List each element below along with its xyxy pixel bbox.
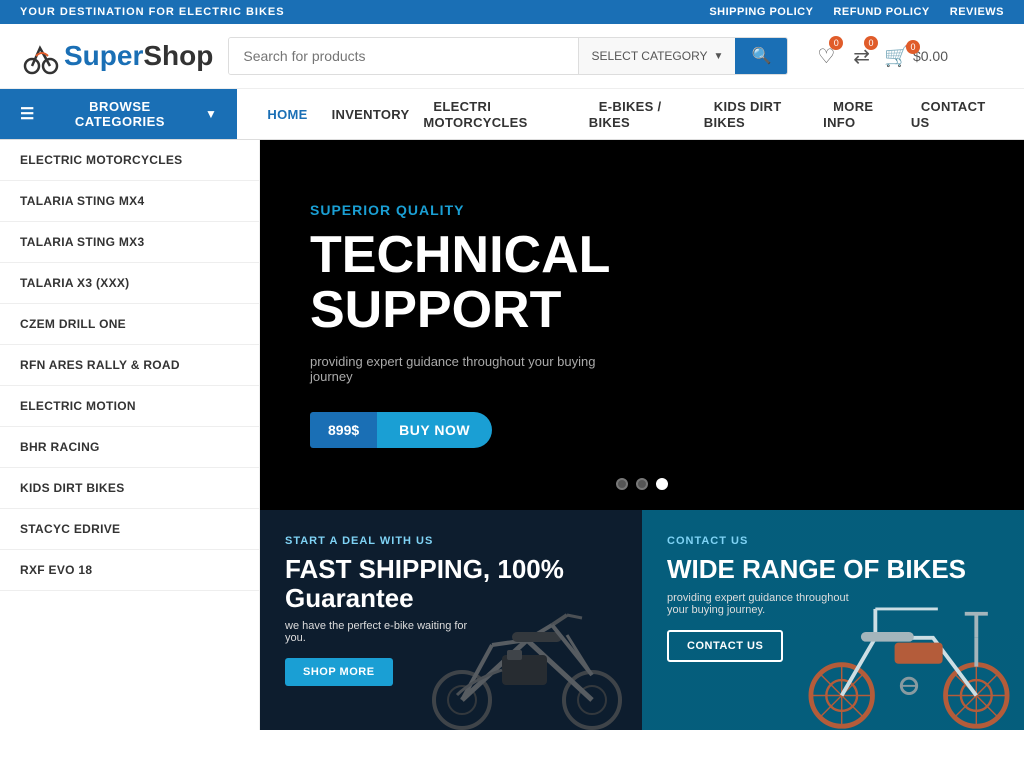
dirt-bike-illustration-left <box>412 570 642 730</box>
wishlist-button[interactable]: ♡ 0 <box>813 40 839 73</box>
hero-dots <box>616 478 668 490</box>
search-icon: 🔍 <box>751 48 771 65</box>
nav-wrapper: ☰ BROWSE CATEGORIES ▼ HOME INVENTORY ELE… <box>0 89 1024 140</box>
content-wrapper: ELECTRIC MOTORCYCLES TALARIA STING MX4 T… <box>0 140 1024 730</box>
chevron-down-icon: ▼ <box>714 51 724 62</box>
nav-home[interactable]: HOME <box>257 101 317 128</box>
hero-dot-2[interactable] <box>636 478 648 490</box>
right-content: SUPERIOR QUALITY TECHNICAL SUPPORT provi… <box>260 140 1024 730</box>
logo[interactable]: SuperShop <box>20 36 213 76</box>
card-fast-shipping: START A DEAL WITH US FAST SHIPPING, 100%… <box>260 510 642 730</box>
hero-title-line1: TECHNICAL <box>310 228 974 283</box>
hero-slide: SUPERIOR QUALITY TECHNICAL SUPPORT provi… <box>260 140 1024 510</box>
browse-label: BROWSE CATEGORIES <box>45 99 195 129</box>
card-right-tag: CONTACT US <box>667 535 999 547</box>
top-bar: YOUR DESTINATION FOR ELECTRIC BIKES SHIP… <box>0 0 1024 24</box>
hero-title: TECHNICAL SUPPORT <box>310 228 974 337</box>
sidebar-item-electric-motion[interactable]: ELECTRIC MOTION <box>0 386 259 427</box>
header: SuperShop SELECT CATEGORY ▼ 🔍 ♡ 0 ⇄ 0 🛒 … <box>0 24 1024 89</box>
card-left-tag: START A DEAL WITH US <box>285 535 617 547</box>
sidebar-item-rfn-ares[interactable]: RFN ARES RALLY & ROAD <box>0 345 259 386</box>
nav-inventory[interactable]: INVENTORY <box>322 101 420 128</box>
hero-price: 899$ <box>310 412 377 448</box>
sidebar-item-bhr-racing[interactable]: BHR RACING <box>0 427 259 468</box>
card-wide-range: CONTACT US WIDE RANGE OF BIKES providing… <box>642 510 1024 730</box>
refund-policy-link[interactable]: REFUND POLICY <box>833 6 929 18</box>
compare-badge: 0 <box>864 36 878 50</box>
hero-dot-1[interactable] <box>616 478 628 490</box>
sidebar-item-stacyc-edrive[interactable]: STACYC EDRIVE <box>0 509 259 550</box>
header-icons: ♡ 0 ⇄ 0 🛒 0 $0.00 <box>813 40 948 73</box>
nav-contact[interactable]: CONTACT US <box>911 93 986 136</box>
hero-buy-button[interactable]: BUY NOW <box>377 412 492 448</box>
hero-section: SUPERIOR QUALITY TECHNICAL SUPPORT provi… <box>260 140 1024 510</box>
contact-us-button[interactable]: CONTACT US <box>667 630 783 662</box>
reviews-link[interactable]: REVIEWS <box>950 6 1004 18</box>
hero-description: providing expert guidance throughout you… <box>310 354 630 384</box>
cart-button[interactable]: 🛒 0 $0.00 <box>884 44 948 69</box>
sidebar: ELECTRIC MOTORCYCLES TALARIA STING MX4 T… <box>0 140 260 730</box>
hero-cta: 899$ BUY NOW <box>310 412 974 448</box>
hero-dot-3[interactable] <box>656 478 668 490</box>
shop-more-button[interactable]: SHOP MORE <box>285 658 393 686</box>
search-input[interactable] <box>229 38 578 74</box>
bottom-cards: START A DEAL WITH US FAST SHIPPING, 100%… <box>260 510 1024 730</box>
top-bar-tagline: YOUR DESTINATION FOR ELECTRIC BIKES <box>20 6 285 18</box>
hero-tag: SUPERIOR QUALITY <box>310 202 974 218</box>
search-bar[interactable]: SELECT CATEGORY ▼ 🔍 <box>228 37 788 75</box>
browse-categories-button[interactable]: ☰ BROWSE CATEGORIES ▼ <box>0 89 237 139</box>
sidebar-item-talaria-mx4[interactable]: TALARIA STING MX4 <box>0 181 259 222</box>
shipping-policy-link[interactable]: SHIPPING POLICY <box>709 6 813 18</box>
logo-super: Super <box>64 40 143 71</box>
sidebar-item-czem-drill-one[interactable]: CZEM DRILL ONE <box>0 304 259 345</box>
sidebar-item-rxf-evo-18[interactable]: RXF EVO 18 <box>0 550 259 591</box>
wishlist-badge: 0 <box>829 36 843 50</box>
sidebar-item-kids-dirt-bikes[interactable]: KIDS DIRT BIKES <box>0 468 259 509</box>
nav-ebikes[interactable]: E-BIKES / BIKES <box>589 93 662 136</box>
sidebar-item-talaria-mx3[interactable]: TALARIA STING MX3 <box>0 222 259 263</box>
main-nav: HOME INVENTORY ELECTRI MOTORCYCLES E-BIK… <box>237 89 1024 139</box>
category-dropdown[interactable]: SELECT CATEGORY ▼ <box>578 38 735 74</box>
logo-icon <box>20 36 60 76</box>
hamburger-icon: ☰ <box>20 104 35 124</box>
category-label: SELECT CATEGORY <box>591 49 707 63</box>
ebike-illustration-right <box>784 560 1024 730</box>
compare-button[interactable]: ⇄ 0 <box>849 40 874 73</box>
logo-shop: Shop <box>143 40 213 71</box>
nav-kids-dirt-bikes[interactable]: KIDS DIRT BIKES <box>704 93 782 136</box>
logo-text: SuperShop <box>64 40 213 72</box>
nav-electri-motorcycles[interactable]: ELECTRI MOTORCYCLES <box>423 93 537 136</box>
cart-count-badge: 0 <box>906 40 920 54</box>
hero-title-line2: SUPPORT <box>310 283 974 338</box>
nav-more-info[interactable]: MORE INFO <box>823 93 873 136</box>
search-button[interactable]: 🔍 <box>735 38 787 74</box>
top-bar-links: SHIPPING POLICY REFUND POLICY REVIEWS <box>709 6 1004 18</box>
sidebar-item-talaria-x3[interactable]: TALARIA X3 (XXX) <box>0 263 259 304</box>
sidebar-item-electric-motorcycles[interactable]: ELECTRIC MOTORCYCLES <box>0 140 259 181</box>
chevron-down-icon: ▼ <box>205 107 217 121</box>
